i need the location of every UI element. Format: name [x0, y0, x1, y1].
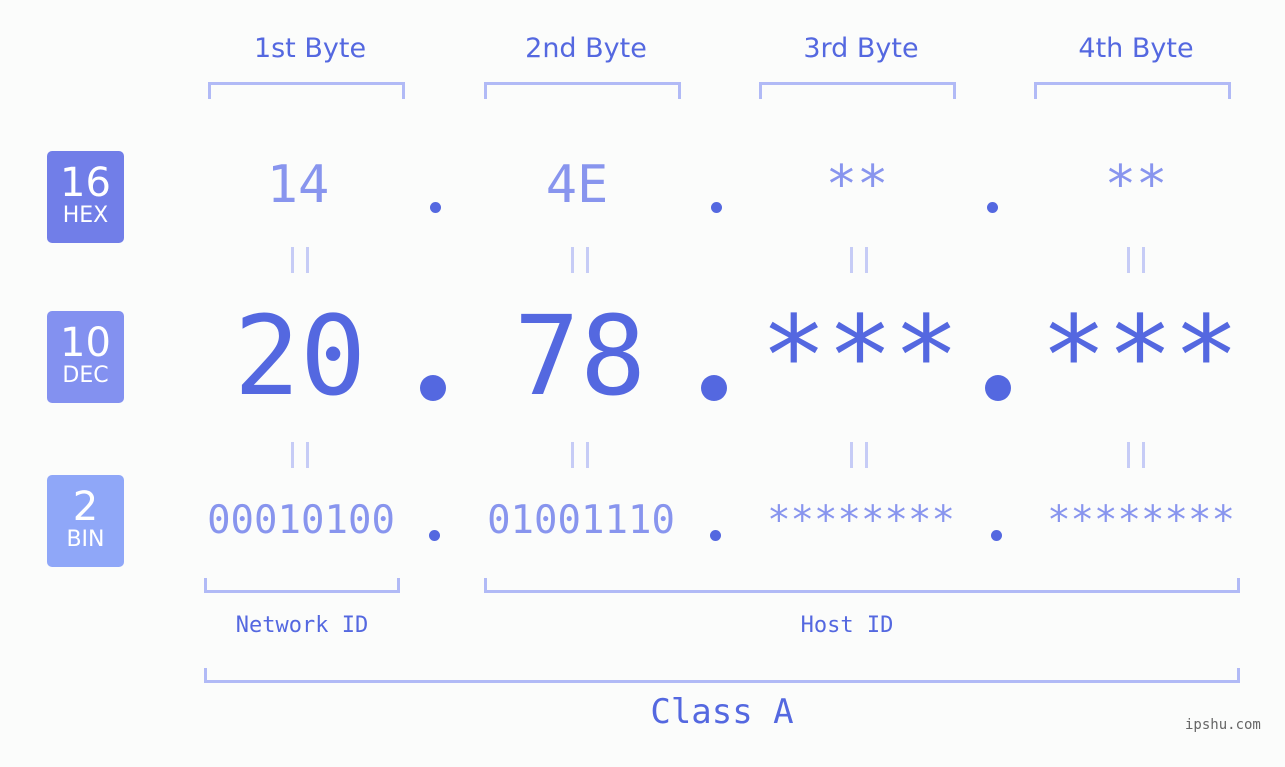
dec-dot-1	[420, 375, 446, 401]
hex-badge-label: HEX	[62, 203, 109, 228]
equals-icon	[850, 442, 868, 468]
dec-byte-1: 20	[233, 292, 367, 420]
header-byte-1: 1st Byte	[253, 33, 367, 64]
hex-badge-number: 16	[60, 160, 111, 206]
dec-dot-2	[701, 375, 727, 401]
header-byte-3: 3rd Byte	[803, 33, 919, 64]
dec-badge-number: 10	[60, 320, 111, 366]
watermark: ipshu.com	[1185, 717, 1261, 733]
bin-dot-2	[710, 530, 721, 541]
equals-icon	[1127, 442, 1145, 468]
network-id-bracket	[204, 578, 400, 593]
equals-icon	[1127, 247, 1145, 273]
bin-byte-3: ********	[767, 498, 955, 543]
dec-dot-3	[985, 375, 1011, 401]
dec-byte-4: ***	[1040, 292, 1240, 420]
equals-icon	[571, 247, 589, 273]
host-id-bracket	[484, 578, 1240, 593]
hex-byte-1: 14	[266, 155, 330, 215]
header-byte-4: 4th Byte	[1078, 33, 1194, 64]
bin-badge: 2 BIN	[47, 475, 124, 567]
equals-icon	[571, 442, 589, 468]
hex-byte-3: **	[825, 155, 889, 215]
bin-byte-2: 01001110	[487, 498, 675, 543]
dec-badge-label: DEC	[62, 363, 109, 388]
class-bracket	[204, 668, 1240, 683]
bracket-byte-3	[759, 82, 956, 99]
bin-byte-1: 00010100	[207, 498, 395, 543]
bin-badge-label: BIN	[66, 527, 105, 552]
hex-dot-2	[711, 202, 722, 213]
hex-dot-3	[987, 202, 998, 213]
hex-byte-4: **	[1104, 155, 1168, 215]
bin-byte-4: ********	[1047, 498, 1235, 543]
dec-byte-2: 78	[513, 292, 647, 420]
equals-icon	[291, 442, 309, 468]
network-id-label: Network ID	[235, 613, 369, 638]
bin-dot-1	[429, 530, 440, 541]
equals-icon	[850, 247, 868, 273]
class-label: Class A	[650, 692, 794, 732]
equals-icon	[291, 247, 309, 273]
bin-dot-3	[991, 530, 1002, 541]
bracket-byte-4	[1034, 82, 1231, 99]
bracket-byte-2	[484, 82, 681, 99]
hex-byte-2: 4E	[545, 155, 609, 215]
dec-byte-3: ***	[760, 292, 960, 420]
hex-badge: 16 HEX	[47, 151, 124, 243]
bin-badge-number: 2	[72, 484, 99, 530]
header-byte-2: 2nd Byte	[525, 33, 647, 64]
dec-badge: 10 DEC	[47, 311, 124, 403]
hex-dot-1	[430, 202, 441, 213]
host-id-label: Host ID	[800, 613, 894, 638]
bracket-byte-1	[208, 82, 405, 99]
